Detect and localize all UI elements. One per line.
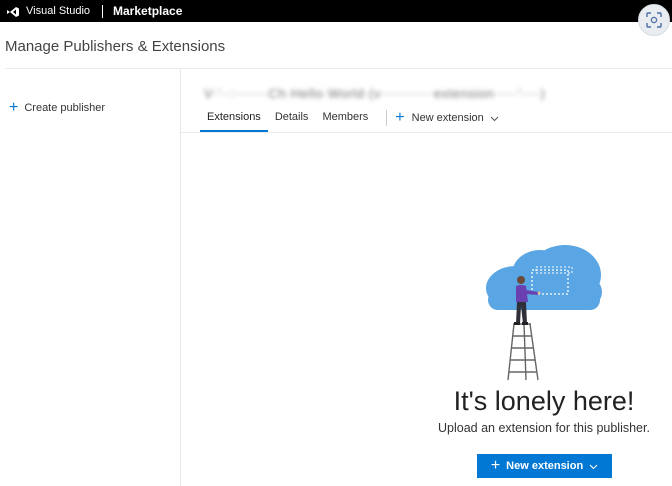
screen-capture-icon bbox=[646, 12, 662, 28]
new-extension-label: New extension bbox=[411, 112, 484, 124]
tabs-divider bbox=[181, 132, 672, 133]
empty-state-title: It's lonely here! bbox=[453, 386, 635, 416]
plus-icon: + bbox=[395, 109, 405, 126]
tab-extensions[interactable]: Extensions bbox=[200, 104, 268, 132]
top-bar: Visual Studio Marketplace bbox=[0, 0, 672, 22]
ladder-icon bbox=[507, 323, 539, 381]
new-extension-button[interactable]: + New extension bbox=[477, 454, 612, 478]
create-publisher-label: Create publisher bbox=[24, 102, 106, 114]
visual-studio-logo-icon[interactable] bbox=[6, 5, 20, 17]
tab-divider bbox=[386, 110, 388, 126]
topbar-divider bbox=[102, 4, 104, 18]
empty-state-subtitle: Upload an extension for this publisher. bbox=[438, 421, 650, 435]
empty-cloud-illustration bbox=[486, 245, 602, 381]
brand-name[interactable]: Visual Studio bbox=[26, 5, 90, 17]
create-publisher-button[interactable]: + Create publisher bbox=[9, 99, 106, 116]
marketplace-link[interactable]: Marketplace bbox=[113, 4, 182, 18]
new-extension-button-label: New extension bbox=[506, 460, 584, 472]
page-title: Manage Publishers & Extensions bbox=[5, 38, 226, 55]
plus-icon: + bbox=[9, 99, 19, 116]
tab-details[interactable]: Details bbox=[268, 104, 316, 132]
chevron-down-icon bbox=[490, 114, 499, 123]
new-extension-menu-button[interactable]: + New extension bbox=[395, 104, 499, 132]
cloud-icon bbox=[486, 245, 602, 310]
screen-capture-button[interactable] bbox=[638, 4, 670, 36]
publisher-tabs: Extensions Details Members + New extensi… bbox=[200, 104, 499, 132]
publisher-name: V·'··:·······Ch·Hello·World·(v··········… bbox=[204, 86, 546, 101]
header-divider bbox=[5, 68, 672, 69]
chevron-down-icon bbox=[589, 462, 598, 471]
tab-members[interactable]: Members bbox=[315, 104, 375, 132]
plus-icon: + bbox=[490, 457, 501, 474]
